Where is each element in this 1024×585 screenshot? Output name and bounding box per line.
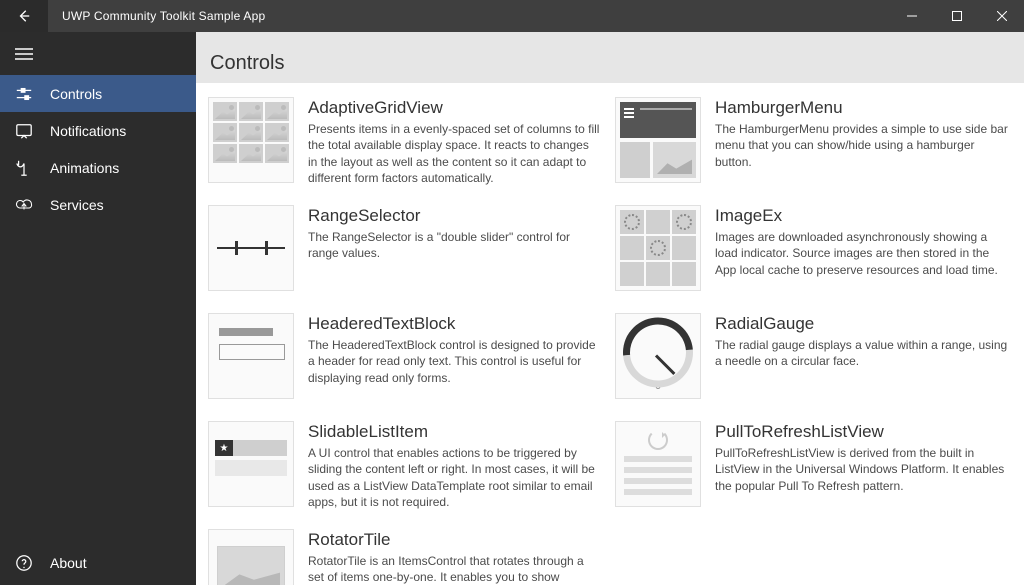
- sidebar-item-label: Services: [48, 197, 104, 213]
- animations-icon: [0, 159, 48, 177]
- card-title: RadialGauge: [715, 313, 1008, 334]
- card-title: AdaptiveGridView: [308, 97, 601, 118]
- hamburger-icon: [15, 47, 33, 61]
- sidebar-item-notifications[interactable]: Notifications: [0, 112, 196, 149]
- sidebar-item-label: About: [48, 555, 87, 571]
- card-rotatortile[interactable]: RotatorTile RotatorTile is an ItemsContr…: [208, 529, 605, 585]
- card-title: ImageEx: [715, 205, 1008, 226]
- card-rangeselector[interactable]: RangeSelector The RangeSelector is a "do…: [208, 205, 605, 291]
- window-title: UWP Community Toolkit Sample App: [48, 9, 265, 23]
- card-desc: PullToRefreshListView is derived from th…: [715, 445, 1008, 494]
- close-icon: [997, 11, 1007, 21]
- card-title: SlidableListItem: [308, 421, 601, 442]
- card-desc: RotatorTile is an ItemsControl that rota…: [308, 553, 601, 585]
- sidebar-item-controls[interactable]: Controls: [0, 75, 196, 112]
- card-desc: The HamburgerMenu provides a simple to u…: [715, 121, 1008, 170]
- about-icon: [0, 554, 48, 572]
- card-pulltorefreshlistview[interactable]: PullToRefreshListView PullToRefreshListV…: [615, 421, 1012, 507]
- controls-icon: [0, 85, 48, 103]
- sidebar-item-label: Animations: [48, 160, 119, 176]
- back-button[interactable]: [0, 0, 48, 32]
- thumb-rangeselector: [208, 205, 294, 291]
- controls-grid[interactable]: AdaptiveGridView Presents items in a eve…: [196, 83, 1024, 585]
- main-panel: Controls AdaptiveGridView Presents items…: [196, 32, 1024, 585]
- thumb-rotatortile: [208, 529, 294, 585]
- thumb-imageex: [615, 205, 701, 291]
- card-title: RotatorTile: [308, 529, 601, 550]
- card-desc: The radial gauge displays a value within…: [715, 337, 1008, 369]
- hamburger-button[interactable]: [0, 32, 48, 75]
- card-title: HamburgerMenu: [715, 97, 1008, 118]
- sidebar-nav: Controls Notifications: [0, 75, 196, 223]
- thumb-radialgauge: 0: [615, 313, 701, 399]
- sidebar-item-label: Controls: [48, 86, 102, 102]
- thumb-pulltorefreshlistview: [615, 421, 701, 507]
- card-title: RangeSelector: [308, 205, 601, 226]
- sidebar-item-animations[interactable]: Animations: [0, 149, 196, 186]
- card-imageex[interactable]: ImageEx Images are downloaded asynchrono…: [615, 205, 1012, 291]
- services-icon: [0, 196, 48, 214]
- close-button[interactable]: [979, 0, 1024, 32]
- card-desc: Images are downloaded asynchronously sho…: [715, 229, 1008, 278]
- thumb-hamburgermenu: [615, 97, 701, 183]
- card-title: HeaderedTextBlock: [308, 313, 601, 334]
- card-headeredtextblock[interactable]: HeaderedTextBlock The HeaderedTextBlock …: [208, 313, 605, 399]
- card-title: PullToRefreshListView: [715, 421, 1008, 442]
- card-radialgauge[interactable]: 0 RadialGauge The radial gauge displays …: [615, 313, 1012, 399]
- card-hamburgermenu[interactable]: HamburgerMenu The HamburgerMenu provides…: [615, 97, 1012, 183]
- thumb-adaptivegridview: [208, 97, 294, 183]
- sidebar-item-about[interactable]: About: [0, 541, 196, 585]
- sidebar: Controls Notifications: [0, 32, 196, 585]
- hamburger-row: [0, 32, 196, 75]
- sidebar-item-label: Notifications: [48, 123, 126, 139]
- arrow-left-icon: [17, 9, 31, 23]
- card-desc: The RangeSelector is a "double slider" c…: [308, 229, 601, 261]
- card-slidablelistitem[interactable]: ★ SlidableListItem A UI control that ena…: [208, 421, 605, 507]
- minimize-icon: [907, 11, 917, 21]
- card-desc: Presents items in a evenly-spaced set of…: [308, 121, 601, 186]
- card-desc: A UI control that enables actions to be …: [308, 445, 601, 510]
- empty-cell: [615, 529, 1012, 585]
- card-desc: The HeaderedTextBlock control is designe…: [308, 337, 601, 386]
- thumb-slidablelistitem: ★: [208, 421, 294, 507]
- maximize-button[interactable]: [934, 0, 979, 32]
- title-bar: UWP Community Toolkit Sample App: [0, 0, 1024, 32]
- thumb-headeredtextblock: [208, 313, 294, 399]
- maximize-icon: [952, 11, 962, 21]
- sidebar-item-services[interactable]: Services: [0, 186, 196, 223]
- gauge-zero: 0: [655, 380, 661, 392]
- page-title: Controls: [196, 32, 1024, 83]
- minimize-button[interactable]: [889, 0, 934, 32]
- card-adaptivegridview[interactable]: AdaptiveGridView Presents items in a eve…: [208, 97, 605, 183]
- notifications-icon: [0, 122, 48, 140]
